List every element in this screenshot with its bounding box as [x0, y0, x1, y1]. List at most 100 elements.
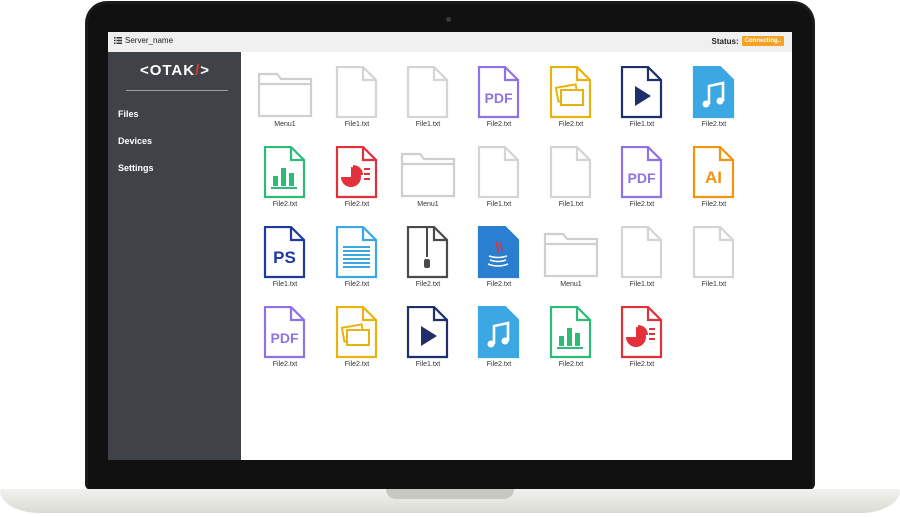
file-label: File2.txt [344, 201, 370, 208]
pdf-file-icon: PDF [255, 306, 315, 359]
file-label: File2.txt [415, 281, 441, 288]
status-label: Status: [711, 36, 739, 46]
laptop-notch [386, 489, 514, 499]
folder-icon [541, 226, 601, 279]
image-file-icon [541, 66, 601, 119]
file-label: File2.txt [629, 201, 655, 208]
file-item[interactable]: File2.txt [327, 146, 387, 212]
file-item[interactable]: PDF File2.txt [469, 66, 529, 132]
file-item[interactable]: File1.txt [612, 66, 672, 132]
blank-file-icon [398, 66, 458, 119]
chart-file-icon [255, 146, 315, 199]
svg-text:AI: AI [705, 168, 722, 187]
pdf-file-icon: PDF [469, 66, 529, 119]
image-file-icon [327, 306, 387, 359]
pdf-file-icon: PDF [612, 146, 672, 199]
file-item[interactable]: File1.txt [612, 226, 672, 292]
file-item[interactable]: PS File1.txt [255, 226, 315, 292]
file-item[interactable]: PDF File2.txt [612, 146, 672, 212]
logo: <OTAK/> [139, 62, 211, 79]
file-item[interactable]: File2.txt [398, 226, 458, 292]
sidebar-item-files[interactable]: Files [118, 109, 139, 119]
file-label: File1.txt [486, 201, 512, 208]
file-label: File2.txt [701, 201, 727, 208]
folder-icon [398, 146, 458, 199]
blank-file-icon [327, 66, 387, 119]
server-name-label: Server_name [125, 36, 174, 45]
audio-file-icon [684, 66, 744, 119]
file-item[interactable]: File2.txt [327, 226, 387, 292]
server-name[interactable]: Server_name [114, 36, 173, 45]
logo-divider [126, 90, 228, 91]
file-item[interactable]: File1.txt [469, 146, 529, 212]
presentation-file-icon [327, 146, 387, 199]
svg-text:PDF: PDF [628, 170, 656, 186]
file-item[interactable]: File1.txt [327, 66, 387, 132]
file-item[interactable]: File2.txt [684, 66, 744, 132]
file-item[interactable]: File2.txt [541, 306, 601, 372]
file-label: File2.txt [558, 121, 584, 128]
file-label: File2.txt [272, 201, 298, 208]
file-item[interactable]: AI File2.txt [684, 146, 744, 212]
text-file-icon [327, 226, 387, 279]
webcam-icon [446, 17, 451, 22]
folder-icon [255, 66, 315, 119]
file-label: File1.txt [558, 201, 584, 208]
file-item[interactable]: File1.txt [398, 306, 458, 372]
file-item[interactable]: Menu1 [255, 66, 315, 132]
status-area: Status: Connecting.. [712, 36, 784, 46]
top-bar: Server_name Status: Connecting.. [108, 32, 792, 53]
file-label: File2.txt [486, 281, 512, 288]
file-item[interactable]: File2.txt [469, 226, 529, 292]
presentation-file-icon [612, 306, 672, 359]
file-item[interactable]: File1.txt [398, 66, 458, 132]
svg-text:PS: PS [273, 248, 296, 267]
video-file-icon [612, 66, 672, 119]
file-label: File2.txt [486, 361, 512, 368]
java-file-icon [469, 226, 529, 279]
list-icon [114, 37, 122, 44]
file-item[interactable]: File2.txt [612, 306, 672, 372]
file-item[interactable]: File1.txt [684, 226, 744, 292]
file-label: File1.txt [701, 281, 727, 288]
blank-file-icon [612, 226, 672, 279]
file-label: File1.txt [272, 281, 298, 288]
svg-text:PDF: PDF [485, 90, 513, 106]
file-label: File2.txt [629, 361, 655, 368]
svg-text:PDF: PDF [271, 330, 299, 346]
file-label: File2.txt [344, 361, 370, 368]
sidebar-item-settings[interactable]: Settings [118, 163, 154, 173]
file-item[interactable]: PDF File2.txt [255, 306, 315, 372]
file-item[interactable]: File2.txt [469, 306, 529, 372]
file-label: File2.txt [558, 361, 584, 368]
file-label: File1.txt [629, 281, 655, 288]
sidebar-item-devices[interactable]: Devices [118, 136, 152, 146]
blank-file-icon [541, 146, 601, 199]
file-item[interactable]: File2.txt [541, 66, 601, 132]
ps-file-icon: PS [255, 226, 315, 279]
sidebar: <OTAK/> Files Devices Settings [108, 52, 241, 460]
ai-file-icon: AI [684, 146, 744, 199]
file-item[interactable]: File2.txt [327, 306, 387, 372]
file-label: Menu1 [274, 121, 296, 128]
file-label: File1.txt [344, 121, 370, 128]
file-item[interactable]: Menu1 [398, 146, 458, 212]
file-label: File2.txt [701, 121, 727, 128]
zip-file-icon [398, 226, 458, 279]
file-item[interactable]: Menu1 [541, 226, 601, 292]
blank-file-icon [684, 226, 744, 279]
file-label: Menu1 [560, 281, 582, 288]
file-grid: Menu1 File1.txt File1.txt PDF File2.txt File2… [241, 52, 792, 460]
chart-file-icon [541, 306, 601, 359]
video-file-icon [398, 306, 458, 359]
file-label: File1.txt [415, 361, 441, 368]
file-label: File2.txt [344, 281, 370, 288]
file-label: File1.txt [629, 121, 655, 128]
file-label: Menu1 [417, 201, 439, 208]
audio-file-icon [469, 306, 529, 359]
file-item[interactable]: File2.txt [255, 146, 315, 212]
file-label: File1.txt [415, 121, 441, 128]
file-item[interactable]: File1.txt [541, 146, 601, 212]
file-label: File2.txt [272, 361, 298, 368]
blank-file-icon [469, 146, 529, 199]
